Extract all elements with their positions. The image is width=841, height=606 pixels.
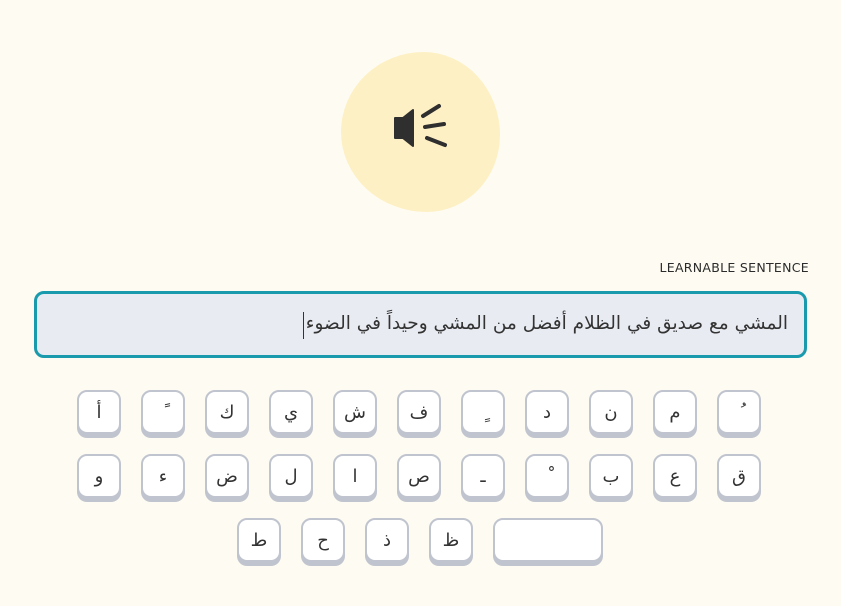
key[interactable]: ك (205, 390, 249, 434)
key[interactable]: ا (333, 454, 377, 498)
key[interactable]: أ (77, 390, 121, 434)
text-caret (302, 312, 304, 339)
key[interactable]: ب (589, 454, 633, 498)
key[interactable]: ل (269, 454, 313, 498)
key[interactable]: ق (717, 454, 761, 498)
key[interactable]: ْ (525, 454, 569, 498)
key[interactable]: ٍ (461, 390, 505, 434)
key[interactable]: ـ (461, 454, 505, 498)
key[interactable]: ع (653, 454, 697, 498)
key[interactable]: د (525, 390, 569, 434)
key[interactable]: ً (141, 390, 185, 434)
key[interactable]: ظ (429, 518, 473, 562)
key[interactable]: ش (333, 390, 377, 434)
key[interactable]: ن (589, 390, 633, 434)
key[interactable]: ذ (365, 518, 409, 562)
key[interactable]: ُ (717, 390, 761, 434)
key[interactable]: ص (397, 454, 441, 498)
key[interactable]: و (77, 454, 121, 498)
learnable-sentence-label: LEARNABLE SENTENCE (659, 260, 809, 275)
key[interactable]: ح (301, 518, 345, 562)
key[interactable]: ي (269, 390, 313, 434)
answer-input[interactable]: المشي مع صديق في الظلام أفضل من المشي وح… (34, 291, 807, 358)
speaker-icon (394, 104, 447, 147)
key[interactable]: ف (397, 390, 441, 434)
answer-text: المشي مع صديق في الظلام أفضل من المشي وح… (305, 313, 788, 334)
space-key[interactable] (493, 518, 603, 562)
play-audio-button[interactable] (341, 52, 500, 212)
key[interactable]: ط (237, 518, 281, 562)
key[interactable]: ء (141, 454, 185, 498)
key[interactable]: م (653, 390, 697, 434)
key[interactable]: ض (205, 454, 249, 498)
